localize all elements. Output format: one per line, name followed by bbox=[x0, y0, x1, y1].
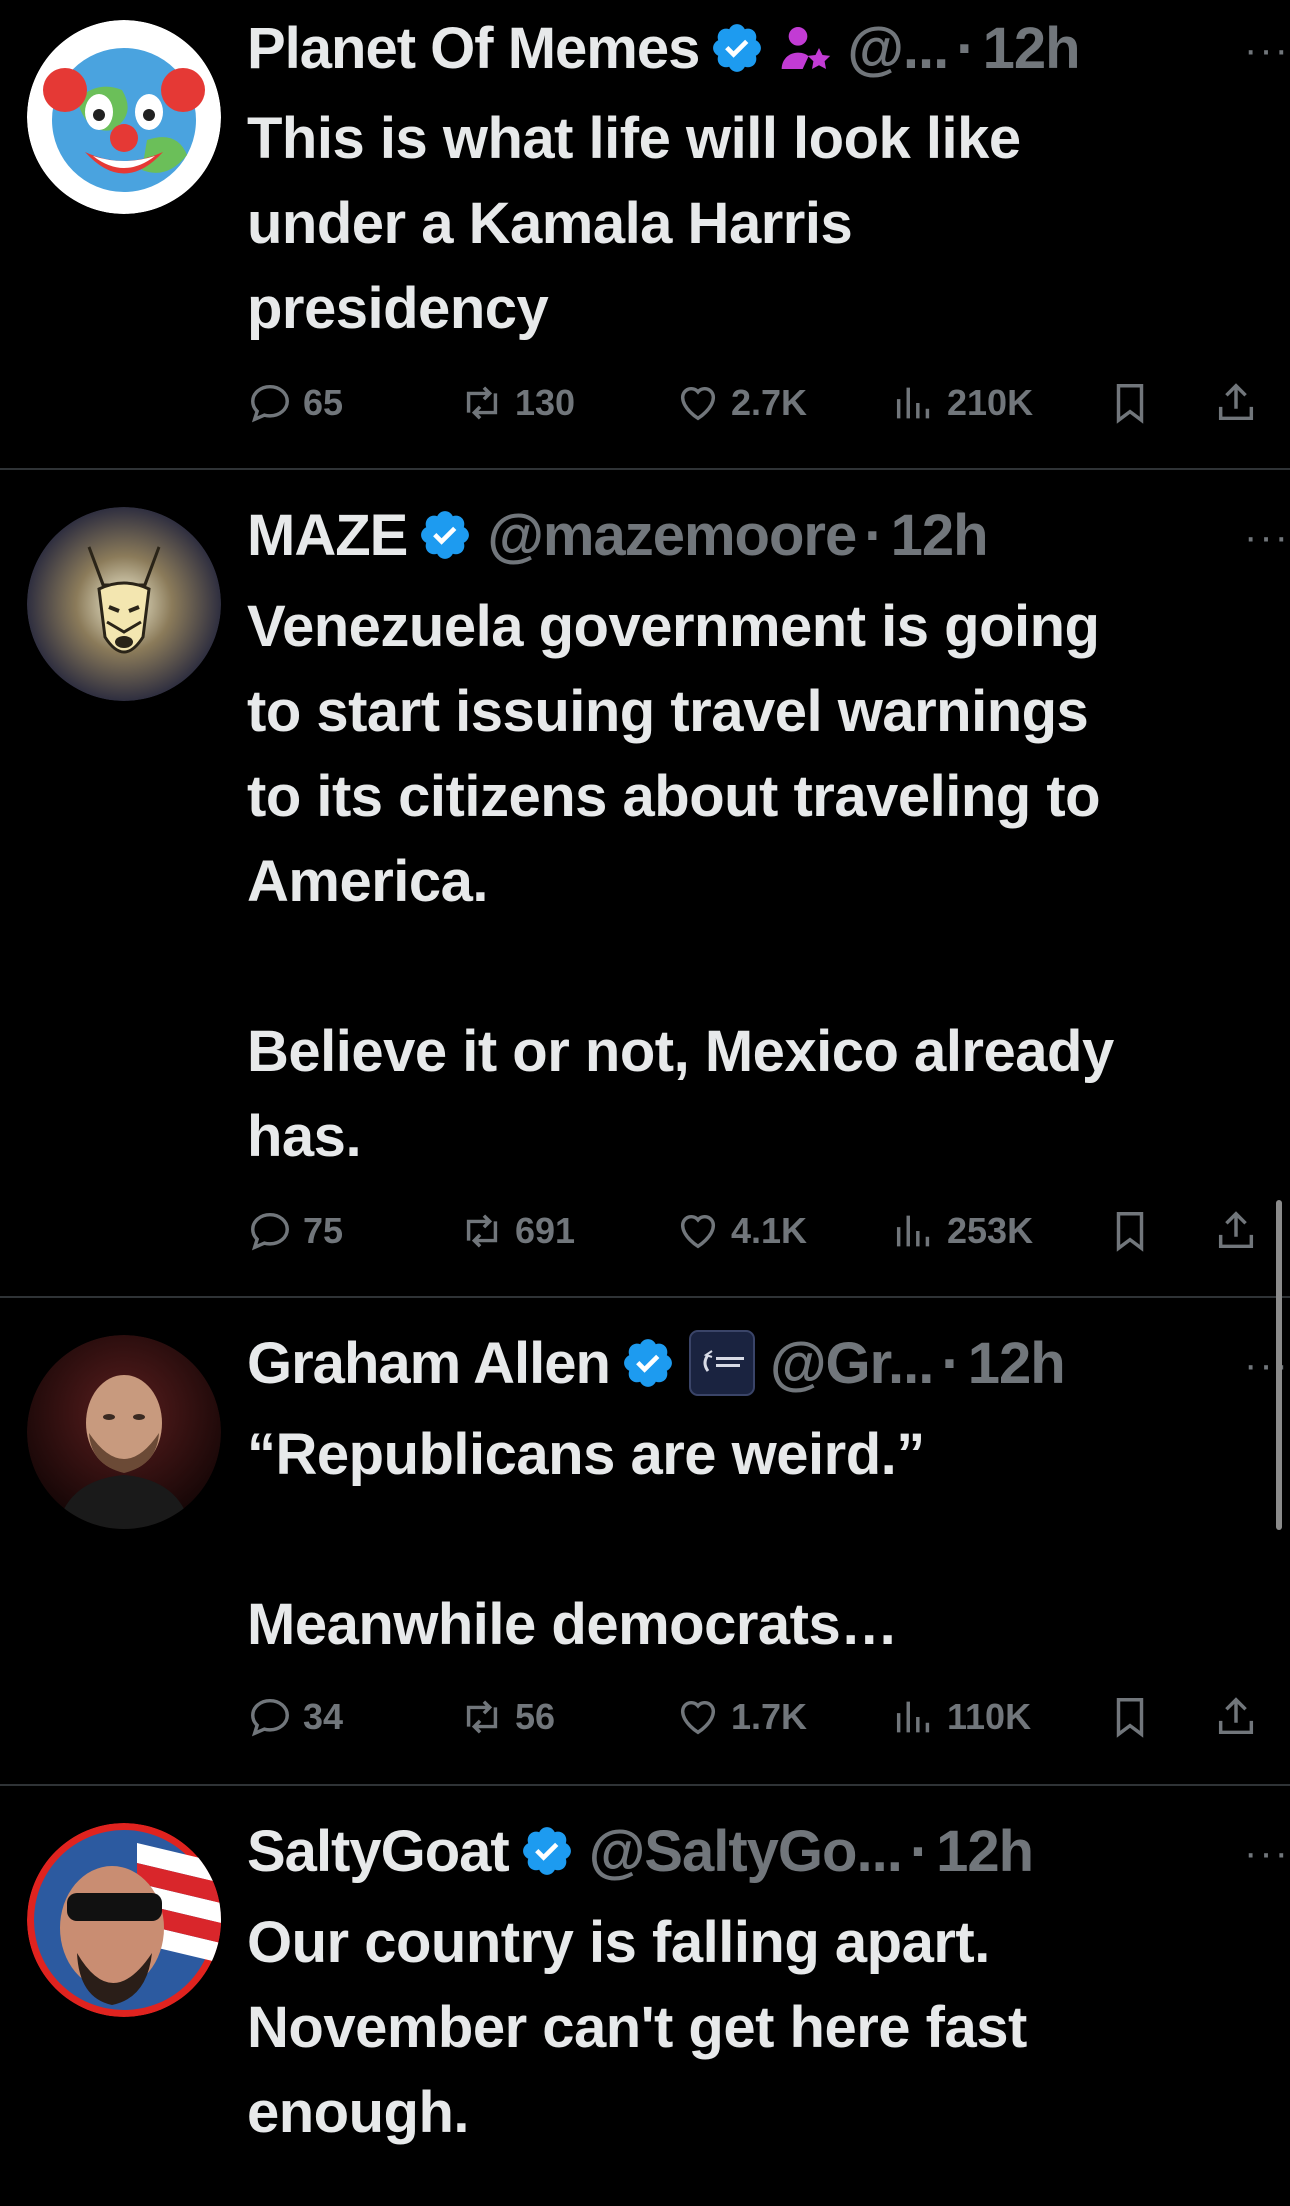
avatar[interactable] bbox=[27, 20, 221, 214]
community-badge-icon bbox=[782, 27, 831, 69]
like-button[interactable]: 2.7K bbox=[675, 368, 807, 438]
views-chart-icon bbox=[896, 1701, 930, 1733]
tweet-header: Planet Of Memes @... · 12h bbox=[247, 8, 1260, 88]
repost-button[interactable]: 56 bbox=[459, 1682, 555, 1752]
like-button[interactable]: 4.1K bbox=[675, 1196, 807, 1266]
reply-count: 34 bbox=[303, 1696, 344, 1737]
tweet-header: SaltyGoat @SaltyGo... · 12h bbox=[247, 1811, 1260, 1891]
author-handle[interactable]: @Gr... bbox=[770, 1330, 934, 1397]
separator-dot: · bbox=[941, 1330, 960, 1396]
reply-button[interactable]: 65 bbox=[247, 368, 343, 438]
more-options-icon[interactable]: ··· bbox=[1244, 1343, 1290, 1388]
repost-icon bbox=[466, 1214, 498, 1248]
verified-badge-icon bbox=[522, 1827, 571, 1875]
separator-dot: · bbox=[909, 1818, 929, 1884]
tweet-text: Venezuela government is going to start i… bbox=[247, 594, 1114, 1169]
reply-icon bbox=[251, 384, 289, 423]
bookmark-icon bbox=[1116, 384, 1144, 424]
views-count: 253K bbox=[947, 1210, 1034, 1251]
repost-icon bbox=[466, 1700, 498, 1734]
share-button[interactable] bbox=[1213, 1196, 1259, 1266]
reply-button[interactable]: 34 bbox=[247, 1682, 343, 1752]
avatar[interactable] bbox=[27, 507, 221, 701]
repost-button[interactable]: 691 bbox=[459, 1196, 575, 1266]
tweet[interactable]: SaltyGoat @SaltyGo... · 12h ··· Our coun… bbox=[0, 1786, 1290, 2206]
author-name[interactable]: MAZE bbox=[247, 502, 408, 569]
tweet-text: This is what life will look like under a… bbox=[247, 106, 1021, 341]
views-chart-icon bbox=[896, 1215, 930, 1247]
clown-earth-avatar-icon bbox=[27, 20, 221, 214]
bookmark-button[interactable] bbox=[1107, 1196, 1153, 1266]
turning-point-usa-badge bbox=[688, 1330, 755, 1396]
views-chart-icon bbox=[896, 387, 930, 419]
like-count: 2.7K bbox=[731, 382, 808, 423]
tweet-actions: 34 56 1.7K 110K bbox=[247, 1682, 1267, 1752]
verified-badge-icon bbox=[421, 511, 470, 559]
reply-count: 75 bbox=[303, 1210, 344, 1251]
like-count: 1.7K bbox=[731, 1696, 808, 1737]
views-button[interactable]: 110K bbox=[891, 1682, 1031, 1752]
reply-count: 65 bbox=[303, 382, 344, 423]
author-handle[interactable]: @... bbox=[847, 15, 949, 82]
author-handle[interactable]: @SaltyGo... bbox=[589, 1818, 903, 1885]
tweet-text: Our country is falling apart. November c… bbox=[247, 1910, 1027, 2145]
author-name[interactable]: Planet Of Memes bbox=[247, 15, 700, 82]
share-icon bbox=[1218, 1211, 1254, 1249]
more-options-icon[interactable]: ··· bbox=[1244, 28, 1290, 73]
tweet[interactable]: MAZE @mazemoore · 12h ··· Venezuela gove… bbox=[0, 470, 1290, 1298]
repost-count: 130 bbox=[515, 382, 576, 423]
author-name[interactable]: Graham Allen bbox=[247, 1330, 611, 1397]
like-button[interactable]: 1.7K bbox=[675, 1682, 807, 1752]
tweet-actions: 65 130 2.7K 210K bbox=[247, 368, 1267, 438]
bookmark-button[interactable] bbox=[1107, 1682, 1153, 1752]
avatar[interactable] bbox=[27, 1335, 221, 1529]
share-button[interactable] bbox=[1213, 1682, 1259, 1752]
reply-button[interactable]: 75 bbox=[247, 1196, 343, 1266]
views-count: 110K bbox=[947, 1696, 1032, 1737]
tweet-actions: 75 691 4.1K 253K bbox=[247, 1196, 1267, 1266]
repost-count: 56 bbox=[515, 1696, 556, 1737]
bookmark-icon bbox=[1116, 1212, 1144, 1252]
views-count: 210K bbox=[947, 382, 1034, 423]
repost-button[interactable]: 130 bbox=[459, 368, 575, 438]
heart-icon bbox=[680, 1700, 716, 1735]
like-count: 4.1K bbox=[731, 1210, 808, 1251]
author-name[interactable]: SaltyGoat bbox=[247, 1818, 510, 1885]
reply-icon bbox=[251, 1212, 289, 1251]
timestamp[interactable]: 12h bbox=[891, 502, 989, 569]
scrollbar[interactable] bbox=[1276, 1200, 1282, 1530]
views-button[interactable]: 210K bbox=[891, 368, 1033, 438]
tweet[interactable]: Graham Allen @Gr... · 12h ··· “Republica… bbox=[0, 1298, 1290, 1786]
more-options-icon[interactable]: ··· bbox=[1244, 515, 1290, 560]
repost-icon bbox=[466, 386, 498, 420]
views-button[interactable]: 253K bbox=[891, 1196, 1033, 1266]
tweet-header: MAZE @mazemoore · 12h bbox=[247, 495, 1260, 575]
verified-badge-icon bbox=[624, 1339, 672, 1387]
share-icon bbox=[1218, 1697, 1254, 1735]
verified-badge-icon bbox=[713, 24, 762, 72]
bookmark-button[interactable] bbox=[1107, 368, 1153, 438]
avatar[interactable] bbox=[27, 1823, 221, 2017]
tweet[interactable]: Planet Of Memes @... · 12h ··· This is w… bbox=[0, 0, 1290, 470]
tweet-text: “Republicans are weird.” Meanwhile democ… bbox=[247, 1422, 925, 1657]
timestamp[interactable]: 12h bbox=[936, 1818, 1034, 1885]
author-handle[interactable]: @mazemoore bbox=[487, 502, 857, 569]
timestamp[interactable]: 12h bbox=[968, 1330, 1066, 1397]
timestamp[interactable]: 12h bbox=[983, 15, 1081, 82]
more-options-icon[interactable]: ··· bbox=[1244, 1831, 1290, 1876]
tweet-header: Graham Allen @Gr... · 12h bbox=[247, 1323, 1260, 1403]
share-icon bbox=[1218, 383, 1254, 421]
repost-count: 691 bbox=[515, 1210, 576, 1251]
man-portrait-avatar-icon bbox=[27, 1335, 221, 1529]
reply-icon bbox=[251, 1698, 289, 1737]
bookmark-icon bbox=[1116, 1698, 1144, 1738]
doberman-dog-avatar-icon bbox=[27, 507, 221, 701]
man-sunglasses-flag-avatar-icon bbox=[27, 1823, 221, 2017]
separator-dot: · bbox=[864, 502, 883, 568]
heart-icon bbox=[680, 386, 716, 421]
separator-dot: · bbox=[956, 15, 975, 81]
heart-icon bbox=[680, 1214, 716, 1249]
share-button[interactable] bbox=[1213, 368, 1259, 438]
